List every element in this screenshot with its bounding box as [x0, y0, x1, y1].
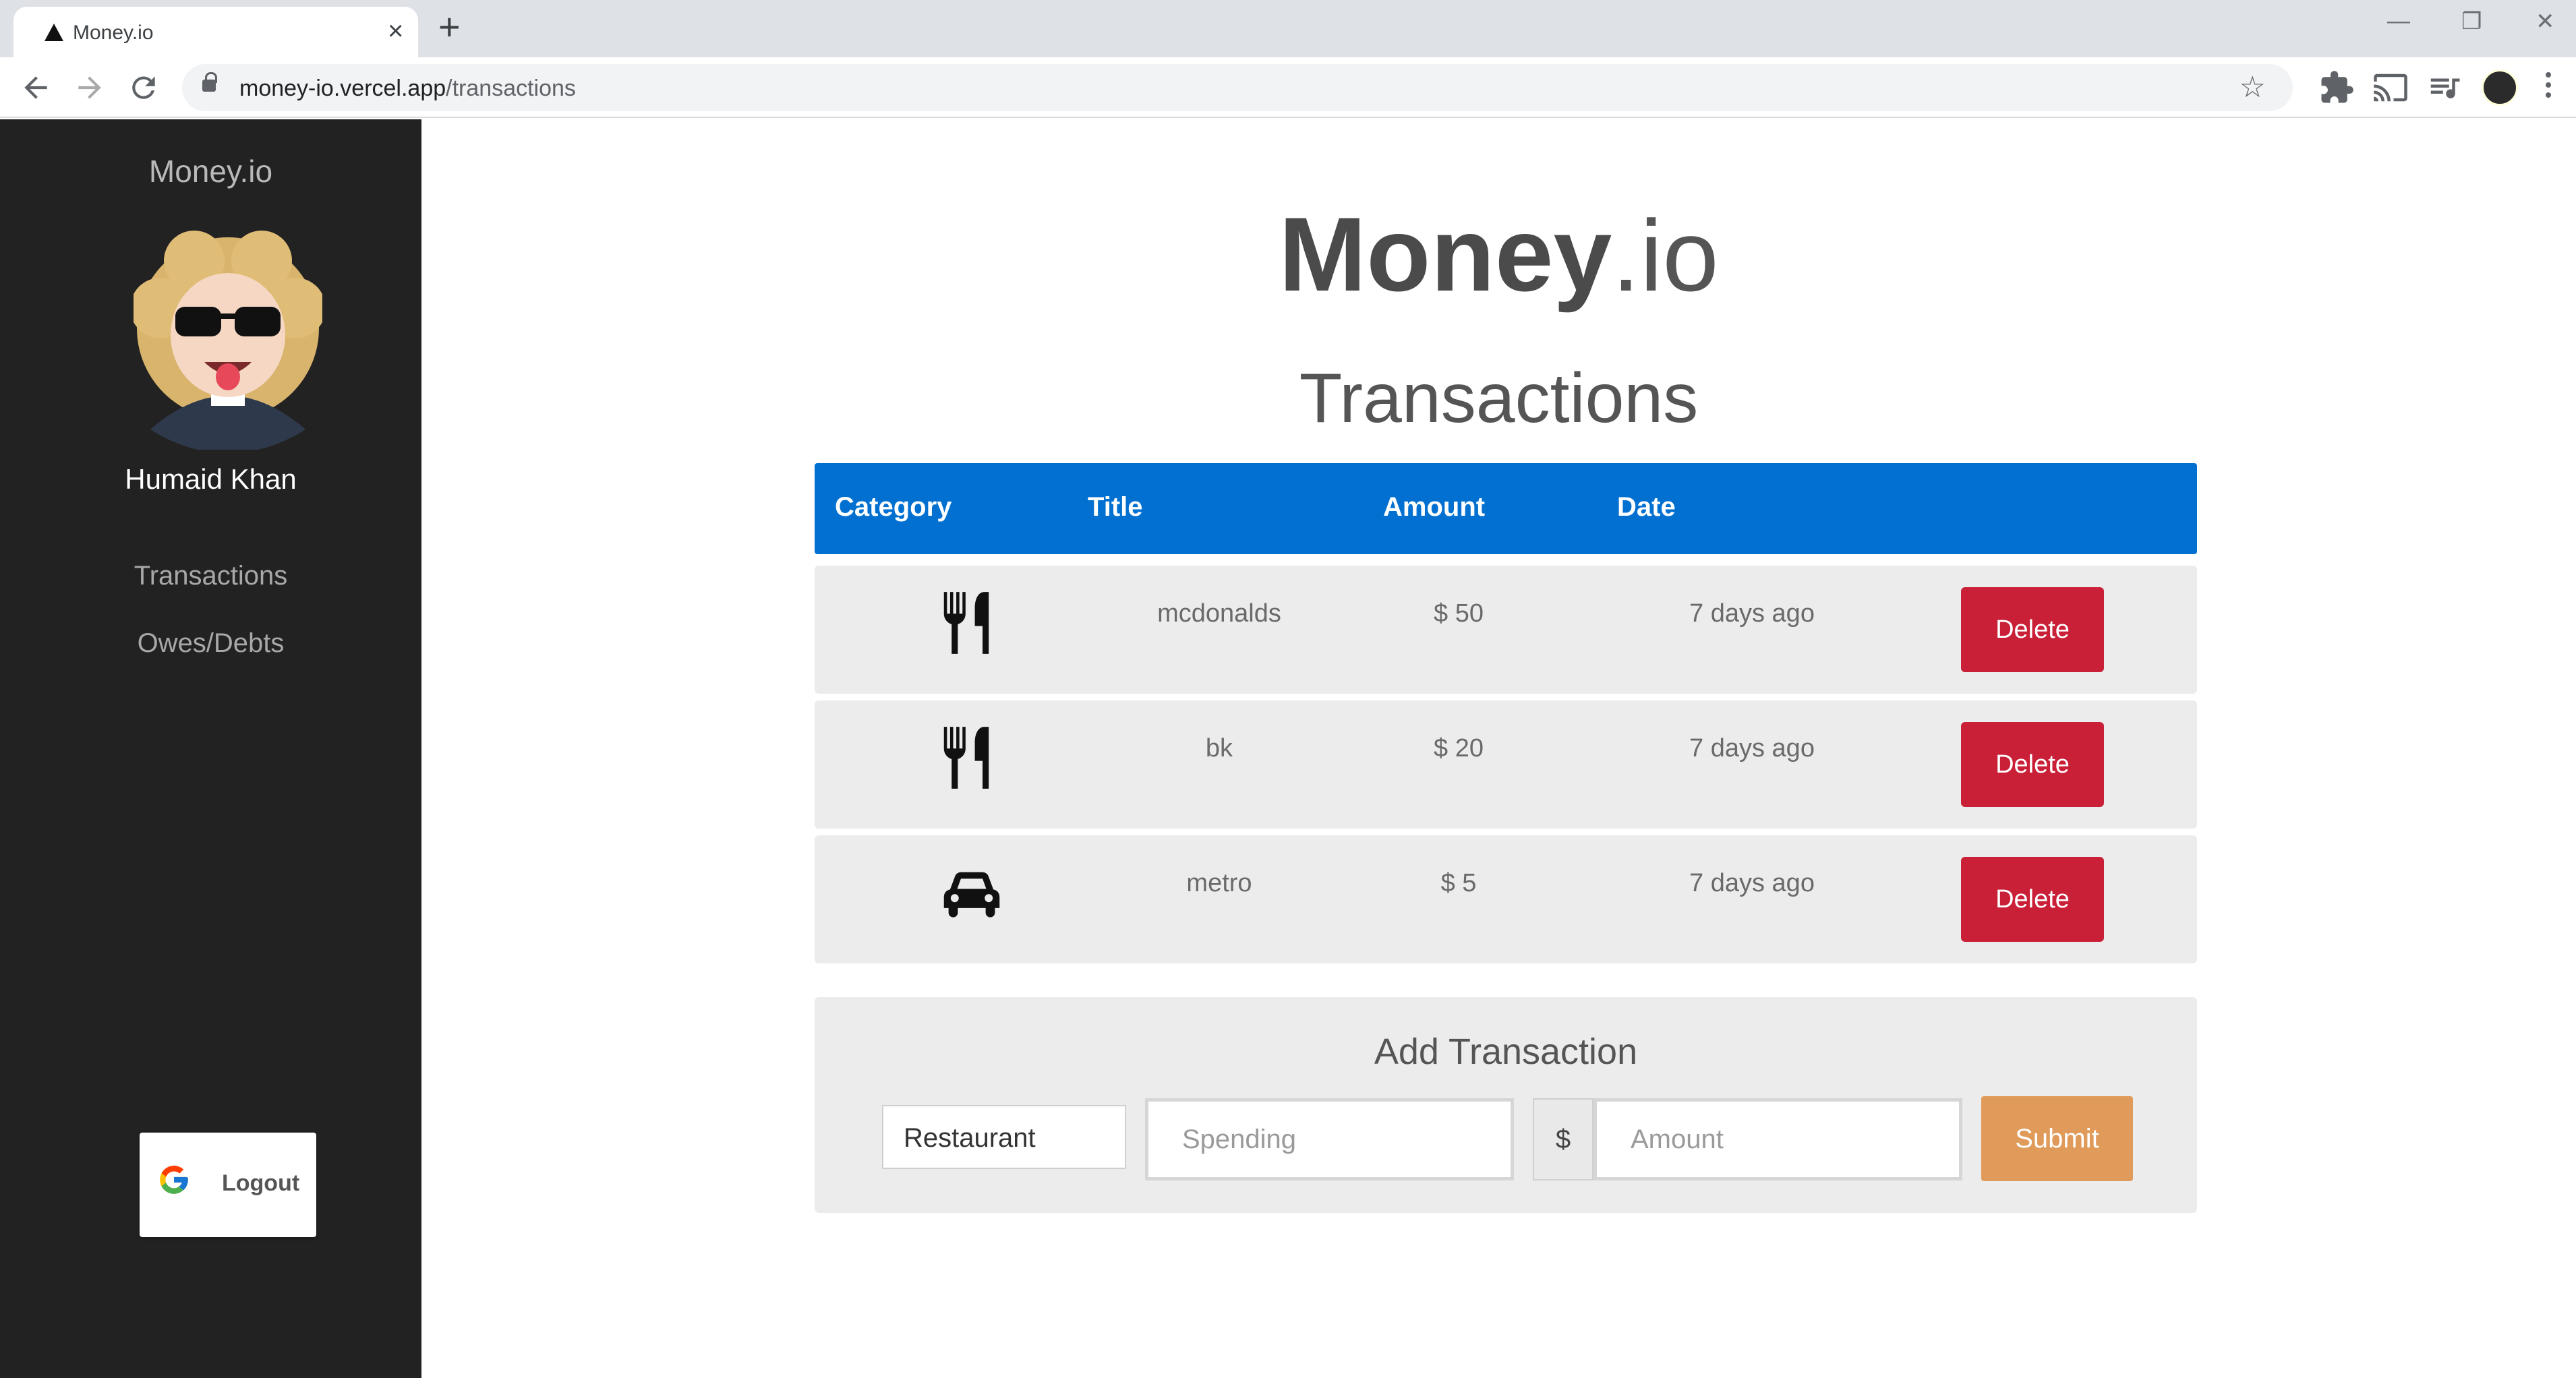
row-title: bk: [1205, 734, 1233, 762]
sidebar-item-owes-debts[interactable]: Owes/Debts: [0, 628, 421, 659]
delete-button[interactable]: Delete: [1961, 722, 2104, 807]
logout-button[interactable]: Logout: [140, 1133, 316, 1237]
column-header-amount: Amount: [1383, 492, 1486, 522]
close-tab-icon[interactable]: ×: [388, 18, 403, 44]
logo-light-text: .io: [1612, 199, 1719, 312]
extensions-puzzle-icon[interactable]: [2318, 69, 2355, 106]
amount-input[interactable]: Amount: [1593, 1098, 1962, 1180]
profile-avatar[interactable]: [2482, 69, 2518, 106]
reload-icon[interactable]: [127, 71, 160, 104]
sidebar-item-transactions[interactable]: Transactions: [0, 561, 421, 591]
sidebar: Money.io Humaid Khan Transactions Owes/D…: [0, 119, 421, 1378]
table-row: mcdonalds $ 50 7 days ago Delete: [815, 566, 2197, 694]
row-date: 7 days ago: [1689, 869, 1815, 897]
user-avatar: [134, 231, 322, 450]
column-header-date: Date: [1617, 492, 1676, 522]
lock-icon[interactable]: [202, 72, 217, 92]
row-date: 7 days ago: [1689, 734, 1815, 762]
row-amount: $ 20: [1434, 734, 1484, 762]
logout-label: Logout: [222, 1170, 300, 1196]
table-header: Category Title Amount Date: [815, 463, 2197, 554]
spending-input[interactable]: Spending: [1145, 1098, 1514, 1180]
row-amount: $ 5: [1440, 869, 1477, 897]
forward-arrow-icon[interactable]: [73, 71, 107, 104]
main-content: Money.io Transactions Category Title Amo…: [421, 119, 2576, 1378]
app-logo: Money.io: [421, 195, 2576, 316]
logo-bold-text: Money: [1279, 196, 1612, 313]
new-tab-icon[interactable]: +: [438, 8, 461, 46]
add-transaction-form: Add Transaction Restaurant Spending $ Am…: [815, 997, 2197, 1213]
user-name: Humaid Khan: [125, 463, 297, 495]
minimize-icon[interactable]: —: [2387, 8, 2410, 34]
table-row: metro $ 5 7 days ago Delete: [815, 835, 2197, 963]
vercel-favicon-icon: [45, 24, 63, 41]
table-row: bk $ 20 7 days ago Delete: [815, 700, 2197, 829]
submit-button[interactable]: Submit: [1981, 1096, 2133, 1181]
delete-button[interactable]: Delete: [1961, 857, 2104, 942]
form-title: Add Transaction: [1374, 1031, 1638, 1072]
browser-tab-bar: Money.io × + — ❐ ✕: [0, 0, 2576, 57]
sidebar-brand[interactable]: Money.io: [0, 153, 421, 189]
currency-addon: $: [1533, 1098, 1593, 1180]
row-title: mcdonalds: [1157, 599, 1281, 628]
tab-title: Money.io: [73, 22, 154, 44]
column-header-title: Title: [1088, 492, 1143, 522]
browser-toolbar: money-io.vercel.app/transactions ☆: [0, 57, 2576, 118]
address-bar[interactable]: money-io.vercel.app/transactions ☆: [182, 64, 2293, 111]
media-queue-icon[interactable]: [2426, 69, 2463, 106]
browser-tab[interactable]: Money.io ×: [13, 7, 418, 57]
fork-knife-icon: [943, 592, 989, 654]
window-close-icon[interactable]: ✕: [2536, 8, 2555, 35]
restore-icon[interactable]: ❐: [2461, 8, 2482, 35]
page-title: Transactions: [1299, 359, 1699, 438]
category-select[interactable]: Restaurant: [882, 1105, 1126, 1169]
row-amount: $ 50: [1434, 599, 1484, 628]
row-date: 7 days ago: [1689, 599, 1815, 628]
fork-knife-icon: [943, 727, 989, 789]
car-icon: [943, 872, 1000, 918]
column-header-category: Category: [835, 492, 952, 522]
bookmark-star-icon[interactable]: ☆: [2240, 71, 2266, 104]
google-icon: [160, 1166, 188, 1194]
cast-icon[interactable]: [2372, 69, 2409, 106]
delete-button[interactable]: Delete: [1961, 587, 2104, 672]
back-arrow-icon[interactable]: [19, 71, 53, 104]
row-title: metro: [1186, 869, 1252, 897]
url-text[interactable]: money-io.vercel.app/transactions: [239, 76, 576, 102]
more-menu-icon[interactable]: [2546, 72, 2552, 102]
